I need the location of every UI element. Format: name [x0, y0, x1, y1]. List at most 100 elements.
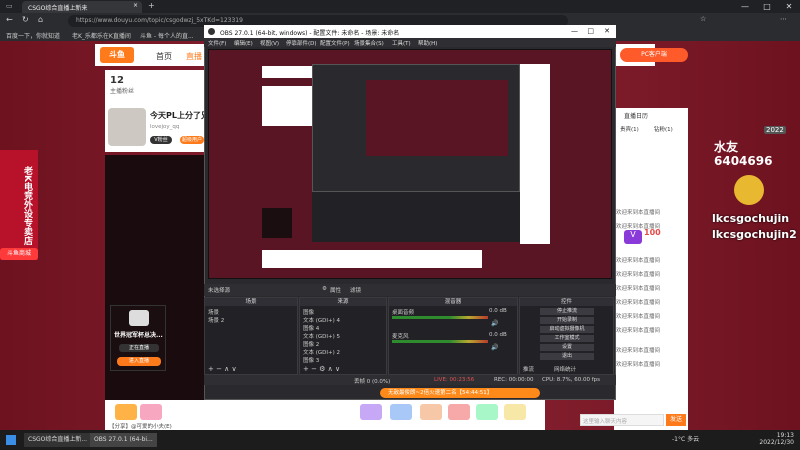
- browser-tab[interactable]: CSGO综合直播上新来 ×: [22, 1, 142, 13]
- site-logo[interactable]: 斗鱼: [100, 47, 134, 63]
- close-window-button[interactable]: ✕: [778, 0, 800, 13]
- source-item[interactable]: 图像 4: [303, 324, 319, 332]
- chat-message: 欢迎来到本直播间: [616, 300, 661, 306]
- gift-icon[interactable]: [420, 404, 442, 420]
- promo-card[interactable]: 世界冠军杯总决... 正在直播 进入直播: [110, 305, 166, 371]
- super-user-tag[interactable]: 超级用户: [180, 136, 204, 144]
- clock[interactable]: 19:13 2022/12/30: [750, 432, 794, 446]
- gift-icon[interactable]: [115, 404, 137, 420]
- bookmark-item[interactable]: 老K_乐都乐在K直播间: [72, 31, 131, 40]
- streamer-name[interactable]: lovejoy_qq: [150, 124, 179, 130]
- preview-nested-video: [366, 80, 508, 156]
- settings-button[interactable]: 设置: [540, 344, 594, 351]
- chat-tab-vip[interactable]: 贵宾(1): [620, 125, 639, 133]
- source-item[interactable]: 文本 (GDI+) 5: [303, 332, 340, 340]
- source-item[interactable]: 文本 (GDI+) 4: [303, 316, 340, 324]
- shop-side-badge[interactable]: 老K电竞外设专卖店: [0, 150, 38, 260]
- chat-calendar-tab[interactable]: 直播日历: [624, 111, 648, 120]
- preview-promo: [262, 208, 292, 238]
- gift-icon[interactable]: [476, 404, 498, 420]
- sources-panel: 来源 图像 文本 (GDI+) 4 图像 4 文本 (GDI+) 5 图像 2 …: [299, 297, 387, 375]
- gift-icon[interactable]: [390, 404, 412, 420]
- stream-tab[interactable]: 推流: [523, 365, 534, 373]
- mixer-track-name: 桌面音频: [392, 310, 415, 316]
- enter-live-button[interactable]: 进入直播: [117, 357, 161, 366]
- weather-widget[interactable]: -1°C 多云: [668, 433, 703, 447]
- mixer-header: 混音器: [389, 298, 517, 306]
- obs-menu-profile[interactable]: 配置文件(P): [320, 39, 350, 47]
- obs-close-button[interactable]: ✕: [604, 27, 610, 35]
- gear-icon[interactable]: ⚙: [322, 286, 327, 292]
- chat-message: 欢迎来到本直播间: [616, 210, 661, 216]
- gift-icon[interactable]: [140, 404, 162, 420]
- network-stats-tab[interactable]: 网络统计: [554, 365, 576, 373]
- obs-menu-edit[interactable]: 编辑(E): [234, 39, 253, 47]
- browser-menu-icon[interactable]: ▭: [6, 2, 13, 10]
- mixer-track-db: 0.0 dB: [489, 308, 507, 314]
- obs-menu-scene-collection[interactable]: 场景集合(S): [354, 39, 384, 47]
- browser-tab-bar: ▭ CSGO综合直播上新来 × + — □ ✕: [0, 0, 800, 13]
- clock-date: 2022/12/30: [759, 439, 794, 446]
- windows-start-icon[interactable]: [6, 435, 16, 445]
- home-icon[interactable]: ⌂: [38, 15, 43, 24]
- minimize-button[interactable]: —: [734, 0, 756, 13]
- exit-button[interactable]: 退出: [540, 353, 594, 360]
- filters-button[interactable]: 滤镜: [350, 286, 361, 294]
- follow-badge[interactable]: V粉丝: [150, 136, 172, 144]
- obs-menu-help[interactable]: 帮助(H): [418, 39, 437, 47]
- refresh-icon[interactable]: ↻: [22, 15, 29, 24]
- scene-item[interactable]: 场景 2: [208, 316, 224, 324]
- tab-title: CSGO综合直播上新来: [28, 5, 88, 12]
- bookmark-item[interactable]: 百度一下，你就知道: [6, 31, 60, 40]
- source-item[interactable]: 文本 (GDI+) 2: [303, 348, 340, 356]
- dropped-frames: 丢帧 0 (0.0%): [354, 379, 391, 385]
- obs-menu-tools[interactable]: 工具(T): [392, 39, 411, 47]
- pc-client-button[interactable]: PC客户端: [620, 48, 688, 62]
- chat-tab-diamond[interactable]: 钻粉(1): [654, 125, 673, 133]
- gift-icon[interactable]: [360, 404, 382, 420]
- virtual-camera-button[interactable]: 启动虚拟摄像机: [540, 326, 594, 333]
- nav-home[interactable]: 首页: [156, 51, 172, 62]
- stop-stream-button[interactable]: 停止推流: [540, 308, 594, 315]
- source-item[interactable]: 图像 3: [303, 356, 319, 364]
- studio-mode-button[interactable]: 工作室模式: [540, 335, 594, 342]
- send-button[interactable]: 发送: [666, 414, 686, 426]
- streamer-avatar[interactable]: [108, 108, 146, 146]
- mute-speaker-icon[interactable]: 🔊: [491, 320, 498, 327]
- scene-add-icon[interactable]: + − ∧ ∨: [208, 365, 237, 373]
- close-tab-icon[interactable]: ×: [133, 2, 138, 9]
- obs-menu-view[interactable]: 视图(V): [260, 39, 279, 47]
- nav-live[interactable]: 直播: [186, 51, 202, 62]
- gift-icon[interactable]: [448, 404, 470, 420]
- source-item[interactable]: 图像: [303, 308, 314, 316]
- gift-icon[interactable]: [504, 404, 526, 420]
- obs-menu-docks[interactable]: 停靠部件(D): [286, 39, 317, 47]
- source-item[interactable]: 图像 2: [303, 340, 319, 348]
- obs-maximize-button[interactable]: □: [587, 27, 594, 35]
- mute-speaker-icon[interactable]: 🔊: [491, 344, 498, 351]
- source-add-icon[interactable]: + − ⚙ ∧ ∨: [303, 365, 340, 373]
- more-menu-icon[interactable]: ⋯: [780, 15, 787, 23]
- chat-input[interactable]: 这里输入聊天内容: [580, 414, 664, 426]
- properties-button[interactable]: 属性: [330, 286, 341, 294]
- overlay-fan-text: 水友: [714, 140, 739, 154]
- back-icon[interactable]: ←: [6, 15, 13, 24]
- volume-meter: [392, 316, 488, 319]
- chat-message: 欢迎来到本直播间: [616, 348, 661, 354]
- taskbar-browser[interactable]: CSGO综合直播上新...: [24, 433, 92, 447]
- bookmark-item[interactable]: 斗鱼 - 每个人的直...: [140, 31, 194, 40]
- share-status: 【分享】@可爱的小夫(E): [109, 424, 172, 430]
- scene-item[interactable]: 场景: [208, 308, 219, 316]
- notice-pill[interactable]: 无敌最俊朗~2倍火速第二名【54:44:51】: [380, 388, 540, 398]
- obs-minimize-button[interactable]: —: [571, 27, 578, 35]
- start-record-button[interactable]: 开始录制: [540, 317, 594, 324]
- fans-label: 主播粉丝: [110, 88, 135, 95]
- windows-taskbar: CSGO综合直播上新... OBS 27.0.1 (64-bi... -1°C …: [0, 430, 800, 450]
- rec-timer: REC: 00:00:00: [494, 377, 534, 383]
- obs-menu-file[interactable]: 文件(F): [208, 39, 226, 47]
- new-tab-icon[interactable]: +: [148, 1, 155, 10]
- shop-label[interactable]: 斗鱼商城: [0, 248, 38, 260]
- taskbar-obs[interactable]: OBS 27.0.1 (64-bi...: [90, 433, 157, 447]
- maximize-button[interactable]: □: [756, 0, 778, 13]
- extensions-icon[interactable]: ☆: [700, 15, 706, 23]
